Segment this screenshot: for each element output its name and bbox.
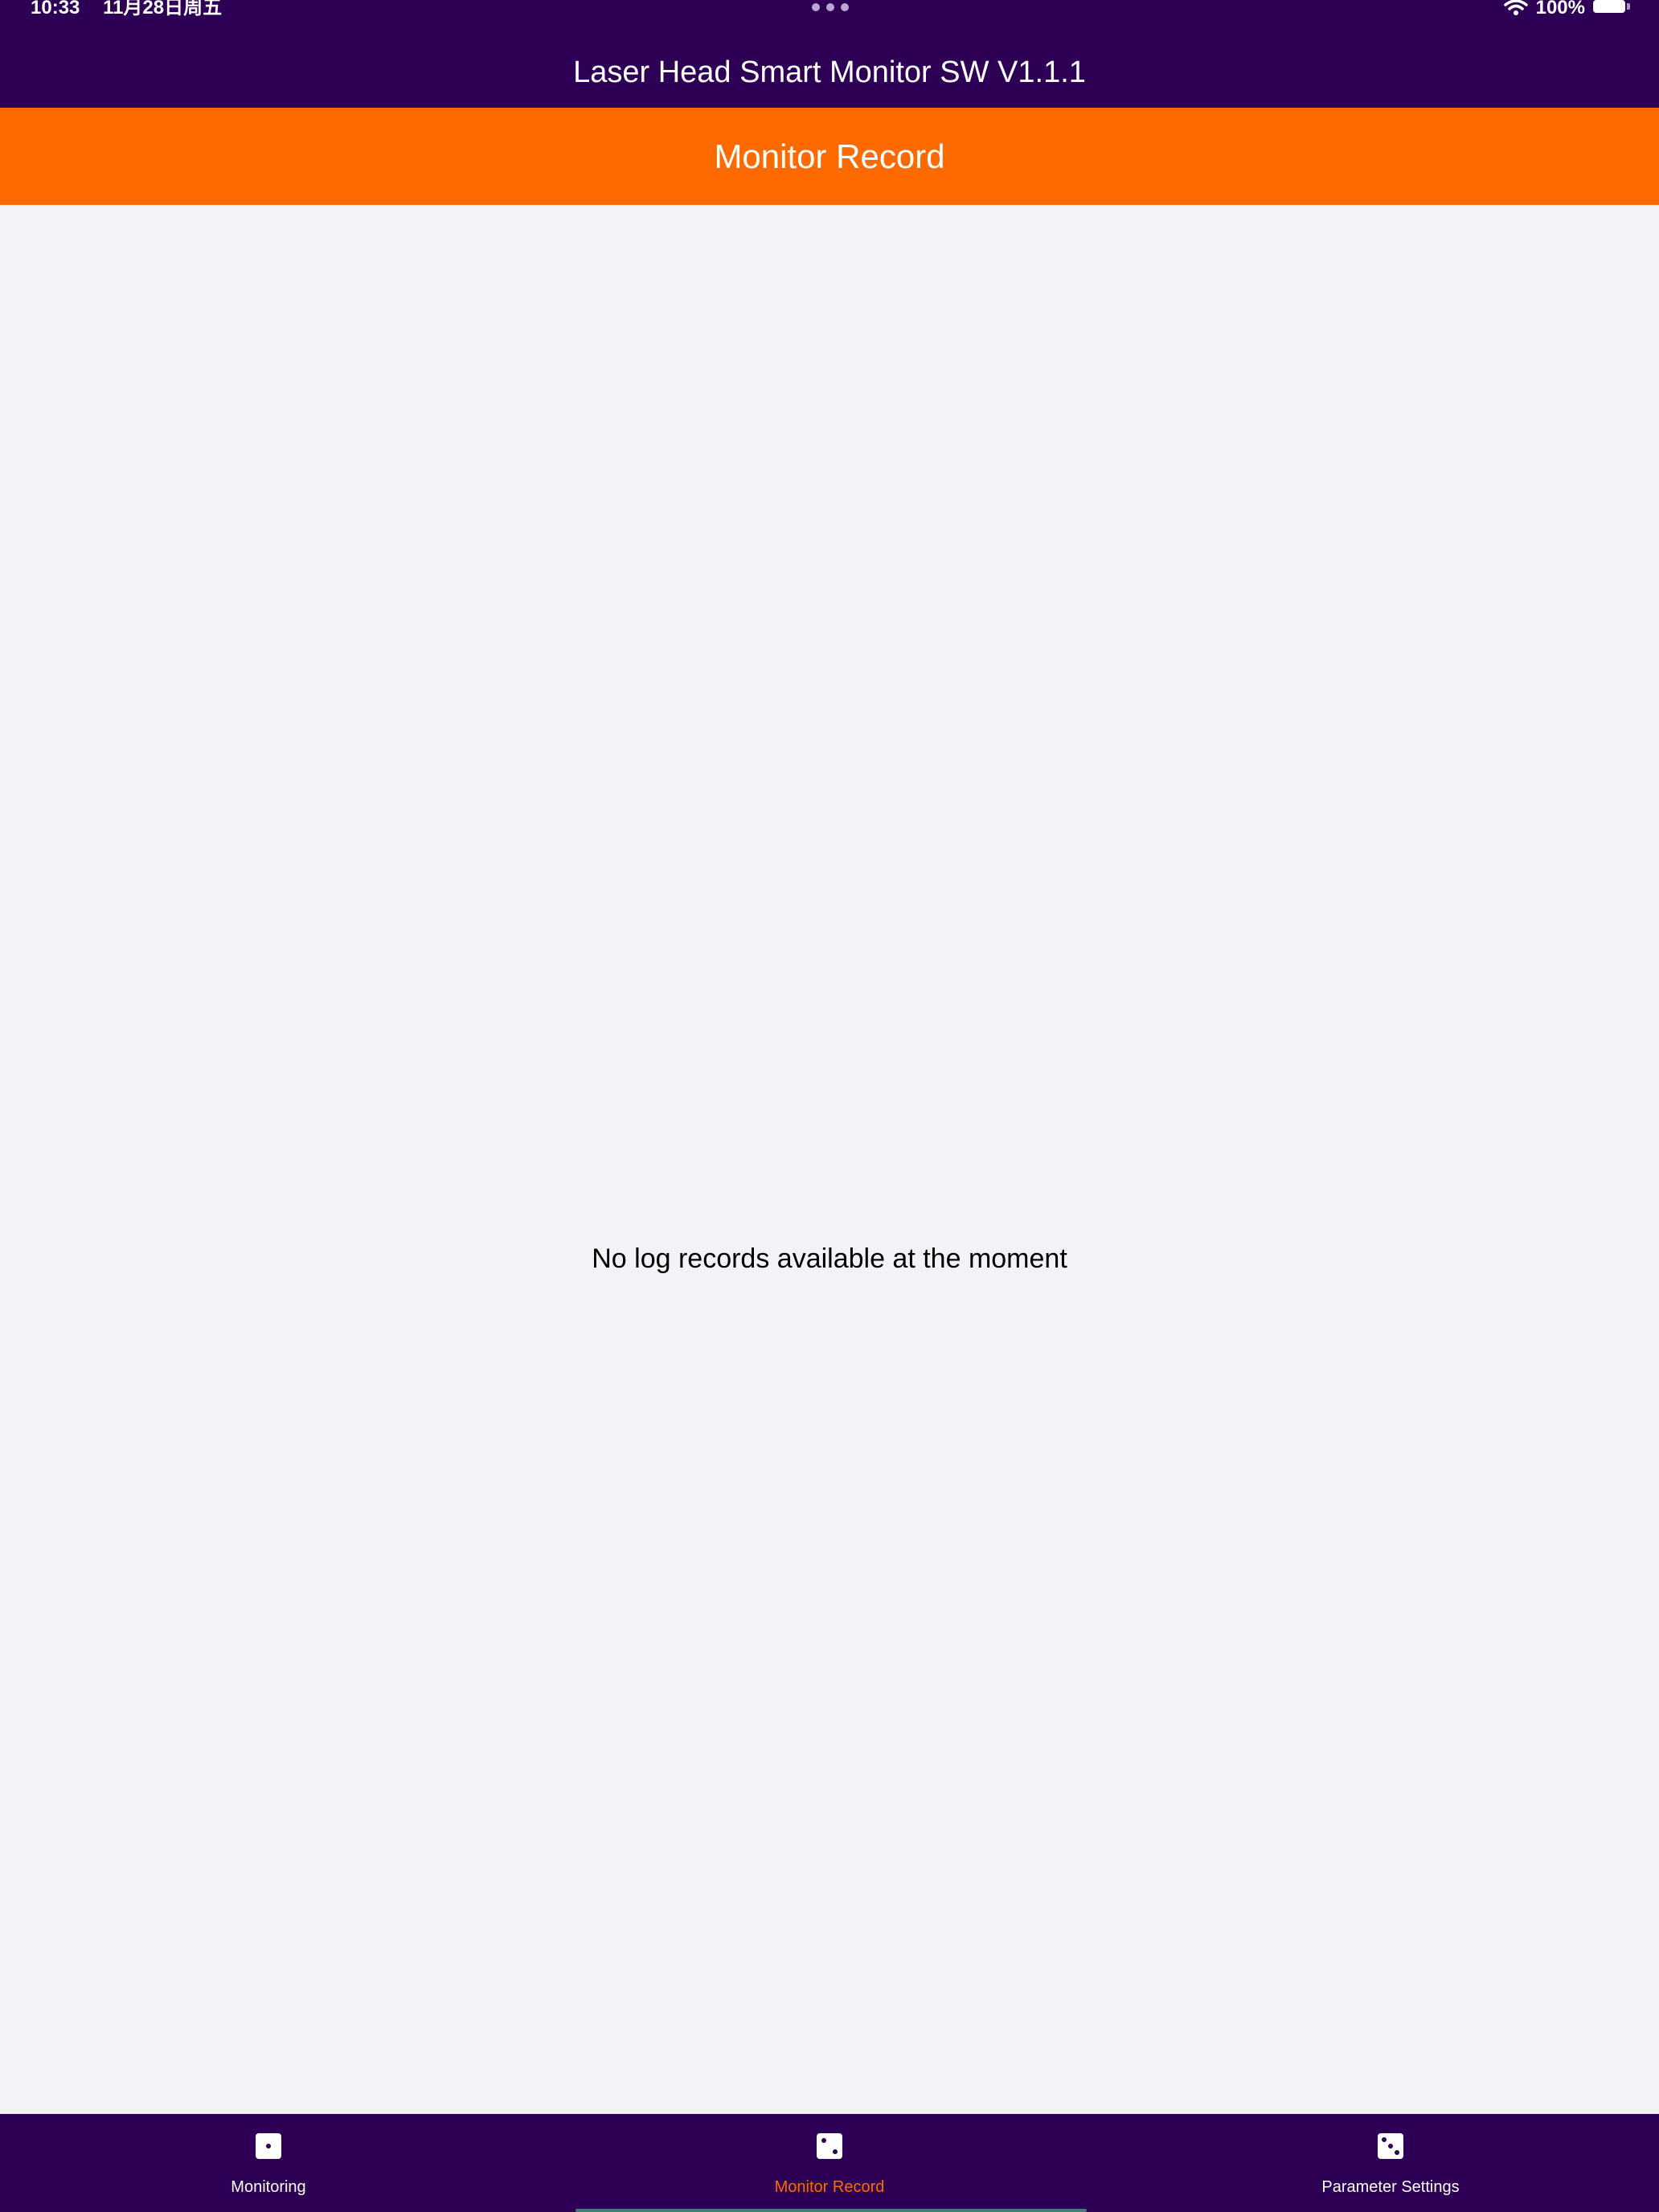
parameter-settings-icon (1378, 2133, 1403, 2159)
top-bar: 10:33 11月28日周五 100% Laser Head Smart Mon… (0, 0, 1659, 108)
tab-monitor-record-label: Monitor Record (774, 2178, 885, 2196)
tab-monitoring[interactable]: Monitoring (108, 2114, 429, 2212)
app-screen: 10:33 11月28日周五 100% Laser Head Smart Mon… (0, 0, 1659, 2212)
empty-state-message: No log records available at the moment (592, 1243, 1067, 1274)
app-title: Laser Head Smart Monitor SW V1.1.1 (573, 55, 1086, 89)
tab-monitoring-label: Monitoring (231, 2178, 306, 2196)
tab-parameter-settings-label: Parameter Settings (1321, 2178, 1460, 2196)
status-bar-left: 10:33 11月28日周五 (31, 0, 240, 18)
status-bar-right: 100% (1503, 0, 1630, 18)
monitor-record-icon (817, 2133, 842, 2159)
status-time: 10:33 (31, 0, 80, 18)
battery-icon (1593, 0, 1630, 14)
page-title: Monitor Record (0, 108, 1659, 205)
monitoring-icon (256, 2133, 281, 2159)
bottom-tab-bar: Monitoring Monitor Record Parameter Sett… (0, 2114, 1659, 2212)
home-indicator[interactable] (576, 2209, 1087, 2212)
battery-percentage: 100% (1535, 0, 1585, 18)
multitasking-dots-icon[interactable] (812, 3, 849, 13)
tab-parameter-settings[interactable]: Parameter Settings (1230, 2114, 1551, 2212)
wifi-icon (1503, 0, 1528, 16)
status-date: 11月28日周五 (103, 0, 223, 18)
tab-monitor-record[interactable]: Monitor Record (669, 2114, 990, 2212)
